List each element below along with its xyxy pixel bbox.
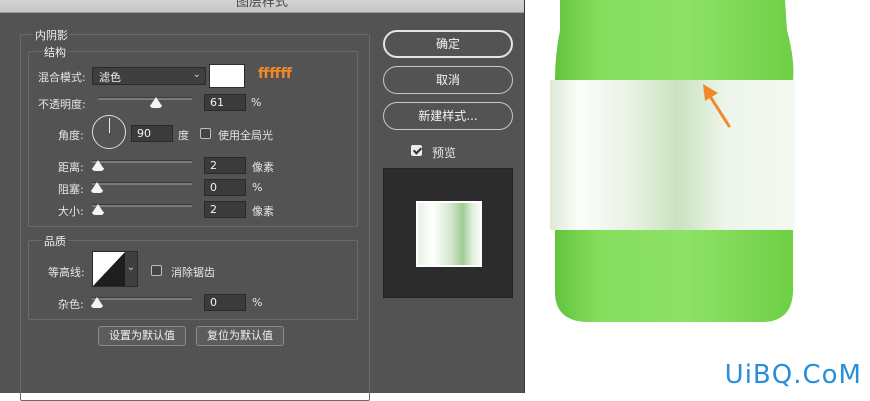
distance-unit: 像素 (252, 161, 274, 174)
dialog-title: 图层样式 (235, 0, 288, 10)
size-slider-track[interactable] (92, 204, 192, 207)
distance-slider-thumb[interactable] (92, 160, 104, 171)
structure-legend: 结构 (42, 44, 68, 60)
noise-unit: % (252, 296, 263, 309)
size-unit: 像素 (252, 205, 274, 218)
noise-label: 杂色: (58, 298, 84, 311)
reset-default-button[interactable]: 复位为默认值 (196, 326, 284, 346)
inner-shadow-title: 内阴影 (33, 27, 70, 43)
angle-label: 角度: (58, 129, 84, 142)
opacity-input[interactable]: 61 (204, 94, 246, 111)
color-hex-text: ffffff (258, 66, 293, 82)
layer-style-dialog: 图层样式 内阴影 结构 混合模式: 滤色 ⌄ ffffff 不透明度: 61 %… (0, 0, 525, 401)
chevron-down-icon: ⌄ (192, 69, 201, 80)
angle-dial-needle (109, 118, 110, 133)
quality-legend: 品质 (42, 233, 68, 249)
blend-mode-label: 混合模式: (38, 71, 86, 84)
opacity-slider-track[interactable] (98, 97, 192, 100)
angle-input[interactable]: 90 (131, 125, 173, 142)
anti-alias-label: 消除锯齿 (171, 266, 215, 279)
size-input[interactable]: 2 (204, 201, 246, 218)
global-light-checkbox[interactable] (200, 128, 211, 139)
preview-checkbox[interactable] (411, 145, 422, 156)
choke-slider-track[interactable] (92, 182, 192, 185)
size-slider-thumb[interactable] (92, 204, 104, 215)
choke-unit: % (252, 181, 263, 194)
size-label: 大小: (58, 205, 84, 218)
cancel-button[interactable]: 取消 (383, 66, 513, 94)
distance-label: 距离: (58, 161, 84, 174)
watermark-text: UiBQ.CoM (724, 360, 862, 390)
angle-dial[interactable] (92, 115, 126, 149)
opacity-slider-thumb[interactable] (150, 97, 162, 108)
color-swatch[interactable] (209, 64, 245, 88)
preview-label: 预览 (432, 146, 457, 160)
anti-alias-checkbox[interactable] (151, 265, 162, 276)
blend-mode-select[interactable]: 滤色 ⌄ (92, 67, 206, 85)
ok-button[interactable]: 确定 (383, 30, 513, 58)
distance-slider-track[interactable] (92, 160, 192, 163)
artboard-canvas: UiBQ.CoM (525, 0, 870, 393)
choke-slider-thumb[interactable] (91, 182, 103, 193)
bottle-illustration (550, 0, 795, 322)
angle-unit: 度 (178, 129, 189, 142)
global-light-label: 使用全局光 (218, 129, 273, 142)
make-default-button[interactable]: 设置为默认值 (98, 326, 186, 346)
contour-picker[interactable]: ⌄ (92, 251, 138, 287)
noise-slider-thumb[interactable] (91, 297, 103, 308)
dialog-titlebar: 图层样式 (0, 0, 524, 13)
distance-input[interactable]: 2 (204, 157, 246, 174)
chevron-down-icon: ⌄ (126, 262, 135, 273)
noise-input[interactable]: 0 (204, 294, 246, 311)
noise-slider-track[interactable] (92, 297, 192, 300)
preview-swatch (416, 201, 482, 267)
new-style-button[interactable]: 新建样式... (383, 102, 513, 130)
choke-label: 阻塞: (58, 183, 84, 196)
blend-mode-value: 滤色 (99, 71, 121, 84)
choke-input[interactable]: 0 (204, 179, 246, 196)
preview-swatch-frame (383, 168, 513, 298)
opacity-unit: % (251, 96, 262, 109)
contour-curve-icon (93, 252, 125, 286)
contour-label: 等高线: (48, 266, 85, 279)
bottle-label-band (550, 80, 795, 230)
opacity-label: 不透明度: (38, 98, 86, 111)
